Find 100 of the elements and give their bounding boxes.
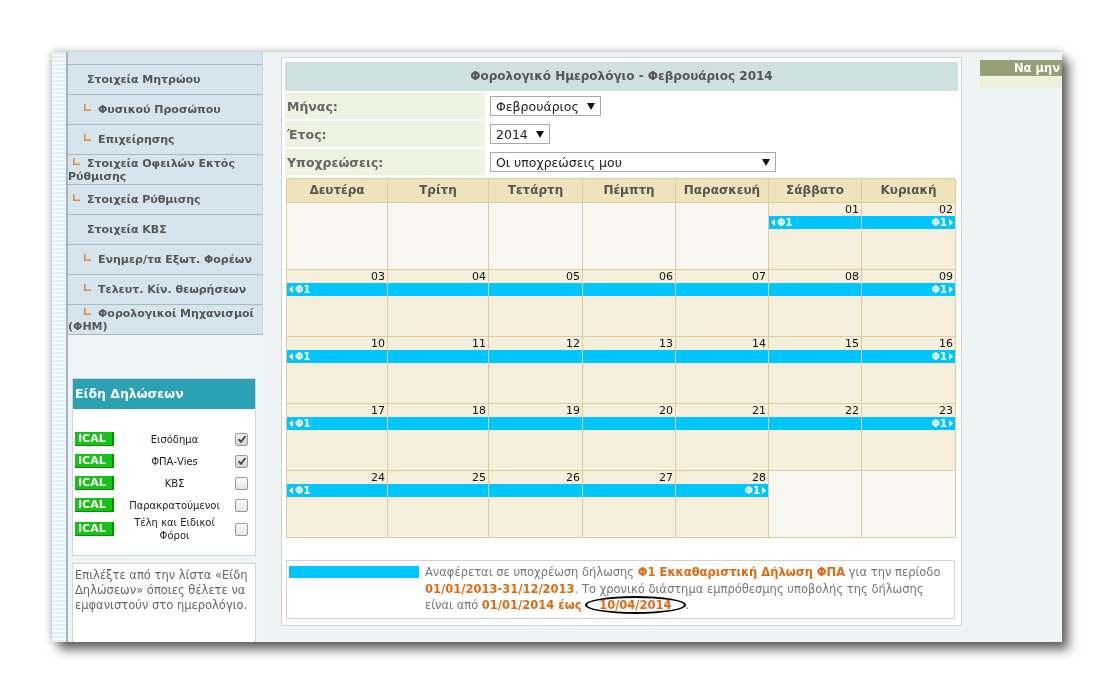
caret-icon [586,102,595,110]
checkbox[interactable] [235,498,248,512]
day-cell[interactable]: 05 [489,270,583,337]
checkbox[interactable] [235,454,248,468]
day-number: 20 [658,404,674,417]
day-cell[interactable]: 22 [769,404,862,471]
declaration-label: ΚΒΣ [163,476,186,490]
weekday-header: Πέμπτη [583,179,676,203]
day-cell[interactable]: 17 Φ1 [287,404,388,471]
day-cell[interactable]: 16 Φ1 [862,337,956,404]
event-bar[interactable] [489,283,582,296]
day-cell[interactable] [388,203,489,270]
event-bar[interactable] [388,283,488,296]
day-cell[interactable] [489,203,583,270]
event-bar[interactable] [388,417,488,430]
sidebar-item[interactable]: Επιχείρησης [68,125,263,155]
corner-bullet-icon [73,194,80,201]
select-field[interactable]: 2014 [490,124,550,144]
event-bar[interactable] [676,283,768,296]
day-cell[interactable]: 10 Φ1 [287,337,388,404]
sidebar-item[interactable]: Ενημερ/τα Εξωτ. Φορέων [68,245,263,275]
sidebar-item[interactable]: Φυσικού Προσώπου [68,95,263,125]
checkbox[interactable] [235,432,248,446]
select-field[interactable]: Φεβρουάριος [490,96,601,116]
day-cell[interactable] [676,203,769,270]
day-cell[interactable]: 15 [769,337,862,404]
select-field[interactable]: Οι υποχρεώσεις μου [490,152,776,172]
day-cell[interactable]: 27 [583,471,676,538]
day-number: 26 [565,471,581,484]
day-cell[interactable] [583,203,676,270]
event-bar[interactable] [489,350,582,363]
day-cell[interactable]: 28 Φ1 [676,471,769,538]
checkbox[interactable] [235,476,248,490]
day-cell[interactable]: 02 Φ1 [862,203,956,270]
day-number: 17 [370,404,386,417]
sidebar-item[interactable]: Στοιχεία Οφειλών Εκτός Ρύθμισης [68,155,263,185]
check-icon [237,457,246,465]
sidebar-item[interactable] [68,52,263,65]
caret-right-icon [949,353,953,360]
event-bar[interactable] [583,417,675,430]
day-cell[interactable] [862,471,956,538]
event-bar[interactable] [769,350,861,363]
event-bar[interactable] [676,417,768,430]
day-cell[interactable]: 23 Φ1 [862,404,956,471]
sidebar-item[interactable]: Φορολογικοί Μηχανισμοί (ΦΗΜ) [68,305,263,335]
event-bar[interactable] [583,283,675,296]
event-bar[interactable] [583,484,675,497]
event-bar[interactable] [676,350,768,363]
day-cell[interactable]: 18 [388,404,489,471]
event-bar[interactable] [489,484,582,497]
declaration-label: ΦΠΑ-Vies [150,454,199,468]
declaration-label: Εισόδημα [149,432,200,446]
day-cell[interactable] [287,203,388,270]
day-cell[interactable]: 14 [676,337,769,404]
day-number: 09 [938,270,954,283]
day-cell[interactable]: 21 [676,404,769,471]
sidebar-item[interactable]: Τελευτ. Κίν. θεωρήσεων [68,275,263,305]
day-cell[interactable]: 08 [769,270,862,337]
legend-text: Αναφέρεται σε υποχρέωση δήλωσης Φ1 Εκκαθαριστική Δήλωση ΦΠΑ για την περίοδο 01/01/2013-31/12/2013. Το χρονικό διάστημα εμπρόθεσμης υποβολής της δήλωσης είναι από 01/01/2014 έως 10/04/2014. [425,564,942,614]
day-cell[interactable]: 19 [489,404,583,471]
filter-label: Υποχρεώσεις: [285,149,485,175]
sidebar-item[interactable]: Στοιχεία Ρύθμισης [68,185,263,215]
sidebar-item[interactable]: Στοιχεία Μητρώου [68,65,263,95]
day-number: 06 [658,270,674,283]
corner-bullet-icon [84,104,91,111]
day-cell[interactable]: 07 [676,270,769,337]
event-bar[interactable] [769,417,861,430]
day-cell[interactable]: 13 [583,337,676,404]
day-cell[interactable]: 01 Φ1 [769,203,862,270]
day-number: 08 [844,270,860,283]
day-number: 22 [844,404,860,417]
caret-right-icon [762,487,766,494]
day-cell[interactable]: 26 [489,471,583,538]
corner-bullet-icon [84,284,91,291]
day-cell[interactable]: 09 Φ1 [862,270,956,337]
weekday-header: Σάββατο [769,179,862,203]
day-number: 12 [565,337,581,350]
day-cell[interactable]: 06 [583,270,676,337]
day-number: 02 [938,203,954,216]
event-bar[interactable] [388,350,488,363]
weekday-header: Κυριακή [862,179,956,203]
weekday-header: Δευτέρα [287,179,388,203]
caret-left-icon [771,219,775,226]
day-cell[interactable]: 11 [388,337,489,404]
sidebar-item[interactable]: Στοιχεία ΚΒΣ [68,215,263,245]
event-bar[interactable] [583,350,675,363]
day-cell[interactable]: 20 [583,404,676,471]
day-cell[interactable]: 12 [489,337,583,404]
event-bar[interactable] [388,484,488,497]
event-bar[interactable] [769,283,861,296]
check-icon [237,435,246,443]
checkbox[interactable] [235,522,248,536]
day-cell[interactable]: 24 Φ1 [287,471,388,538]
day-cell[interactable]: 04 [388,270,489,337]
event-bar[interactable] [489,417,582,430]
day-cell[interactable]: 03 Φ1 [287,270,388,337]
day-number: 18 [471,404,487,417]
day-cell[interactable] [769,471,862,538]
declaration-label: Τέλη και Ειδικοί Φόροι [133,516,216,542]
day-cell[interactable]: 25 [388,471,489,538]
